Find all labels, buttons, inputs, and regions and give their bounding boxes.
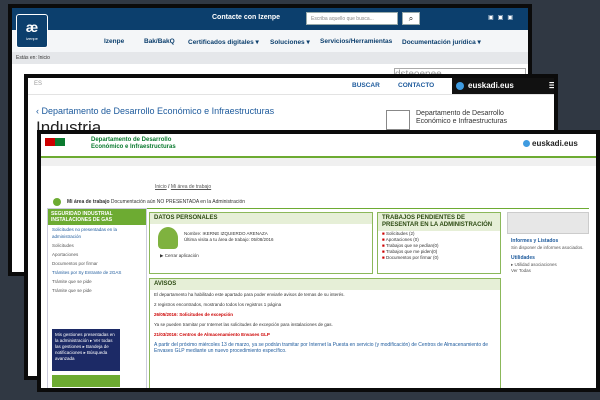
gestiones-box[interactable]: Mis gestiones presentadas en la administ… bbox=[52, 329, 120, 371]
app-dept-line-2: Económico e Infraestructuras bbox=[91, 144, 176, 150]
government-label: Departamento de Desarrollo Económico e I… bbox=[416, 110, 507, 126]
breadcrumb: Estás en: Inicio bbox=[12, 52, 528, 64]
notices-intro: El departamento ha habilitado este apart… bbox=[154, 292, 345, 297]
nav-item-soluciones[interactable]: Soluciones ▾ bbox=[270, 38, 310, 46]
nav-item-bak[interactable]: Bak/BakQ bbox=[144, 38, 175, 45]
euskadi-topbar: ES BUSCAR CONTACTO euskadi.eus ☰ bbox=[28, 78, 554, 95]
sidebar-item[interactable]: Documentos por firmar bbox=[48, 259, 146, 268]
work-area-icon bbox=[53, 198, 61, 206]
buscar-link[interactable]: BUSCAR bbox=[352, 82, 380, 89]
sidebar-item[interactable]: Trámite que se pide bbox=[48, 286, 146, 295]
work-area-title: Mi área de trabajo bbox=[67, 199, 110, 205]
avatar bbox=[158, 227, 178, 249]
notices-panel: AVISOS El departamento ha habilitado est… bbox=[149, 278, 501, 388]
izenpe-logo-label: izenpe bbox=[26, 36, 38, 41]
pending-work-panel: TRABAJOS PENDIENTES DE PRESENTAR EN LA A… bbox=[377, 212, 501, 274]
utilities-heading[interactable]: Utilidades bbox=[507, 251, 589, 262]
flag-icon bbox=[45, 138, 55, 146]
work-area-text: Documentación aún NO PRESENTADA en la Ad… bbox=[110, 199, 246, 205]
sidebar-item[interactable]: Trámite que se pide bbox=[48, 277, 146, 286]
language-icons[interactable]: ▣▣▣ bbox=[488, 14, 517, 21]
last-visit: Última visita a tu área de trabajo: 05/0… bbox=[184, 237, 274, 242]
close-app-link[interactable]: ▶ Cerrar aplicación bbox=[160, 253, 199, 259]
izenpe-logo-glyph: æ bbox=[25, 19, 39, 35]
personal-data-panel: DATOS PERSONALES Nombre: IKERNE IZQUIERD… bbox=[149, 212, 373, 274]
sidebar-item[interactable]: Trámites por Sy Entrante de 2GAS bbox=[48, 268, 146, 277]
contact-link[interactable]: Contacte con Izenpe bbox=[212, 14, 280, 21]
sidebar-item[interactable]: Solicitudes no presentadas en la adminis… bbox=[48, 225, 146, 241]
search-icon[interactable]: ⌕ bbox=[402, 12, 420, 25]
breadcrumb: Inicio / Mi área de trabajo bbox=[155, 184, 211, 190]
panel-title: DATOS PERSONALES bbox=[150, 213, 372, 224]
search-input[interactable]: Escriba aquello que busca... bbox=[306, 12, 398, 25]
department-link[interactable]: ‹ Departamento de Desarrollo Económico e… bbox=[36, 106, 274, 116]
crumb-home[interactable]: Inicio bbox=[155, 184, 167, 190]
reports-heading[interactable]: Informes y Listados bbox=[507, 234, 589, 245]
contacto-link[interactable]: CONTACTO bbox=[398, 82, 434, 89]
flag-green-icon bbox=[55, 138, 65, 146]
gov-line-1: Departamento de Desarrollo bbox=[416, 110, 504, 117]
menu-icon[interactable]: ☰ bbox=[549, 78, 554, 94]
crumb-current[interactable]: Mi área de trabajo bbox=[171, 184, 211, 190]
government-shield-icon bbox=[386, 110, 410, 130]
panel-title: TRABAJOS PENDIENTES DE PRESENTAR EN LA A… bbox=[378, 213, 500, 231]
sidebar-footer bbox=[52, 375, 120, 387]
izenpe-logo[interactable]: æ izenpe bbox=[16, 14, 48, 48]
sidebar-item[interactable]: Solicitudes bbox=[48, 241, 146, 250]
nav-item-servicios[interactable]: Servicios/Herramientas bbox=[320, 38, 392, 45]
sidebar-item[interactable]: Aportaciones bbox=[48, 250, 146, 259]
notice-body: Ya se pueden tramitar por Internet las s… bbox=[154, 322, 333, 327]
language-selector[interactable]: ES bbox=[34, 81, 42, 87]
app-header: Departamento de Desarrollo Económico e I… bbox=[41, 134, 596, 158]
user-info: Nombre: IKERNE IZQUIERDO ARENAZA Última … bbox=[184, 231, 274, 243]
notice-title[interactable]: 21/03/2016: Centros de Almacenamiento En… bbox=[150, 330, 500, 340]
right-sidebar: Informes y Listados Sin disponer de info… bbox=[507, 212, 589, 388]
nav-item-documentacion[interactable]: Documentación jurídica ▾ bbox=[402, 38, 481, 46]
crumb-separator: / bbox=[168, 184, 170, 190]
euskadi-brand[interactable]: euskadi.eus ☰ bbox=[452, 78, 554, 94]
izenpe-nav: Izenpe Bak/BakQ Certificados digitales ▾… bbox=[12, 30, 528, 53]
euskadi-brand-label: euskadi.eus bbox=[468, 81, 514, 90]
decorative-image bbox=[507, 212, 589, 234]
app-window: Departamento de Desarrollo Económico e I… bbox=[37, 130, 600, 392]
left-sidebar: SEGURIDAD INDUSTRIAL INSTALACIONES DE GA… bbox=[47, 208, 147, 388]
pending-item[interactable]: Documentos por firmar (0) bbox=[378, 255, 500, 261]
nav-item-izenpe[interactable]: Izenpe bbox=[104, 38, 124, 45]
app-department: Departamento de Desarrollo Económico e I… bbox=[91, 137, 176, 151]
app-subbar bbox=[41, 158, 596, 166]
panel-title: AVISOS bbox=[150, 279, 500, 290]
app-brand-label: euskadi.eus bbox=[532, 139, 578, 148]
app-brand[interactable]: euskadi.eus bbox=[523, 139, 578, 148]
notice-title[interactable]: 26/05/2016: Solicitudes de excepción bbox=[150, 310, 500, 320]
nav-item-certificados[interactable]: Certificados digitales ▾ bbox=[188, 38, 259, 46]
gov-line-2: Económico e Infraestructuras bbox=[416, 118, 508, 125]
reports-text: Sin disponer de informes asociados. bbox=[511, 245, 584, 250]
app-dept-line-1: Departamento de Desarrollo bbox=[91, 137, 172, 143]
euskadi-logo-icon bbox=[456, 82, 464, 90]
euskadi-logo-icon bbox=[523, 140, 530, 148]
sidebar-heading: SEGURIDAD INDUSTRIAL INSTALACIONES DE GA… bbox=[48, 209, 146, 225]
notice-body: A partir del próximo miércoles 13 de mar… bbox=[154, 342, 489, 354]
notices-count: 2 registros encontrados, mostrando todos… bbox=[154, 302, 282, 307]
see-all-link[interactable]: Ver Todas bbox=[507, 268, 589, 274]
